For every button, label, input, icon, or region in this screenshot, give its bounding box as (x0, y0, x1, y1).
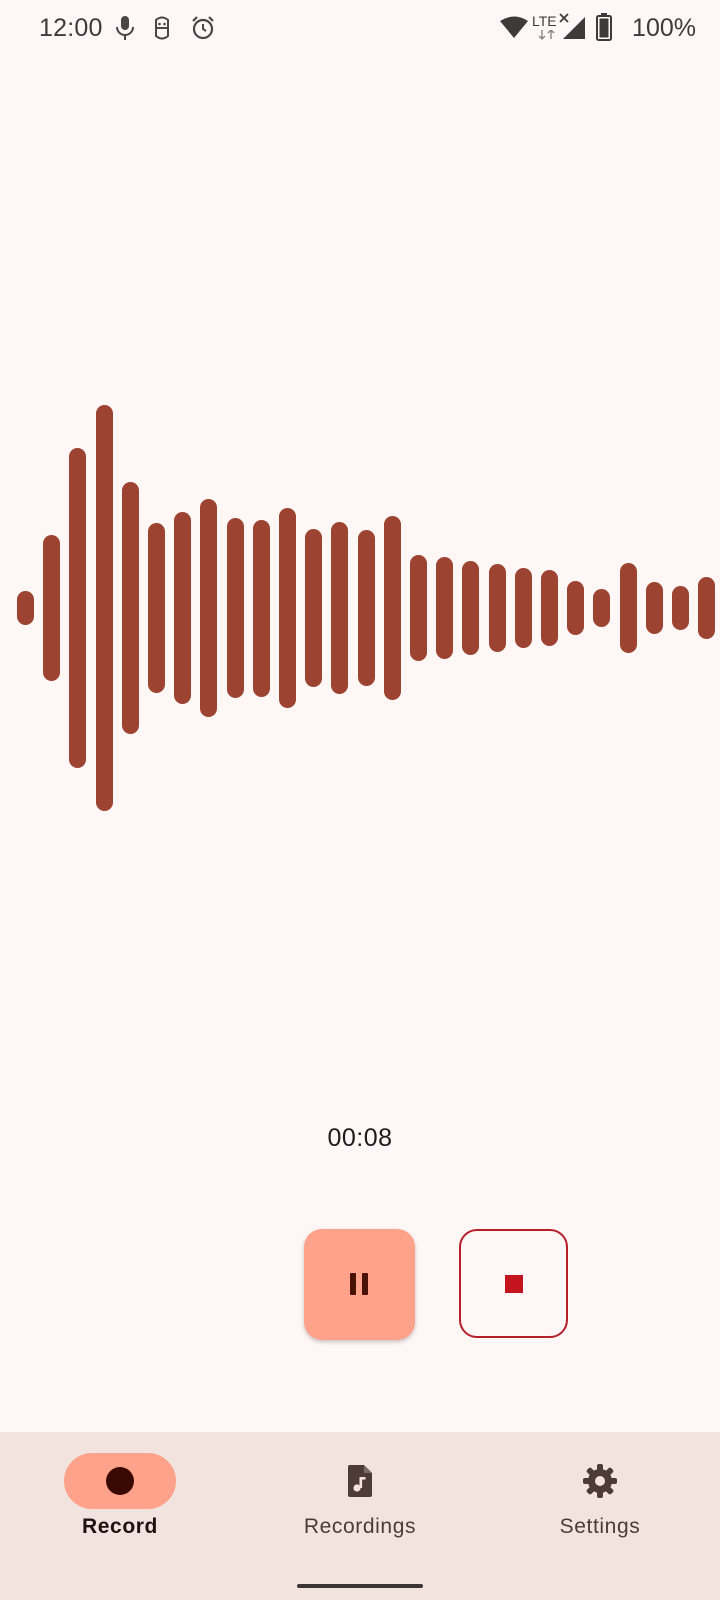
data-arrows-icon (538, 30, 555, 40)
nav-label-recordings: Recordings (303, 1515, 417, 1538)
alarm-icon (192, 16, 214, 40)
waveform-bar (17, 591, 34, 625)
waveform-bar (305, 528, 323, 688)
stop-button[interactable] (459, 1229, 568, 1338)
waveform-bar (252, 519, 270, 697)
waveform-bar (698, 577, 716, 639)
waveform-bar (148, 523, 165, 693)
waveform-bar (383, 515, 401, 701)
status-time: 12:00 (39, 14, 103, 42)
waveform-bar (567, 580, 585, 636)
nav-label-settings: Settings (559, 1515, 641, 1538)
nav-item-settings[interactable]: Settings (480, 1432, 720, 1572)
nav-item-record[interactable]: Record (0, 1432, 240, 1572)
waveform-bar (593, 589, 611, 627)
lte-icon: LTE (532, 13, 557, 29)
pause-button[interactable] (304, 1229, 415, 1340)
mic-icon (116, 16, 134, 40)
waveform-bar (121, 481, 139, 735)
wifi-icon (500, 16, 528, 38)
waveform-bar (462, 560, 480, 656)
waveform-bar (331, 521, 349, 695)
nav-item-recordings[interactable]: Recordings (240, 1432, 480, 1572)
battery-icon (596, 13, 612, 41)
waveform-bar (541, 570, 558, 646)
pause-icon (350, 1273, 370, 1295)
status-bar: 12:00 LTE 100% (0, 0, 720, 58)
stop-icon (505, 1275, 523, 1293)
audio-file-icon (348, 1465, 372, 1497)
waveform-bar (357, 530, 375, 686)
signal-icon (563, 17, 585, 39)
waveform-bar (95, 405, 113, 811)
waveform-bar (436, 557, 454, 659)
active-indicator (64, 1453, 176, 1509)
waveform-bar (672, 585, 689, 631)
nav-label-record: Record (82, 1515, 158, 1538)
waveform-bar (619, 563, 637, 653)
battery-percent: 100% (632, 14, 696, 42)
gear-icon (583, 1464, 617, 1498)
assistant-icon (155, 16, 169, 40)
waveform-bar (645, 582, 663, 634)
waveform-bar (514, 567, 532, 649)
audio-waveform (0, 380, 720, 840)
waveform-bar (174, 512, 192, 704)
record-dot-icon (106, 1467, 134, 1495)
waveform-bar (43, 534, 61, 682)
waveform-bar (279, 507, 296, 709)
bottom-navigation: Record Recordings Settings (0, 1432, 720, 1600)
waveform-bar (488, 564, 506, 652)
waveform-bar (200, 499, 218, 717)
waveform-bar (69, 447, 87, 769)
waveform-bar (410, 554, 427, 662)
waveform-bar (226, 518, 244, 698)
elapsed-time: 00:08 (327, 1124, 393, 1152)
gesture-handle (297, 1584, 423, 1588)
